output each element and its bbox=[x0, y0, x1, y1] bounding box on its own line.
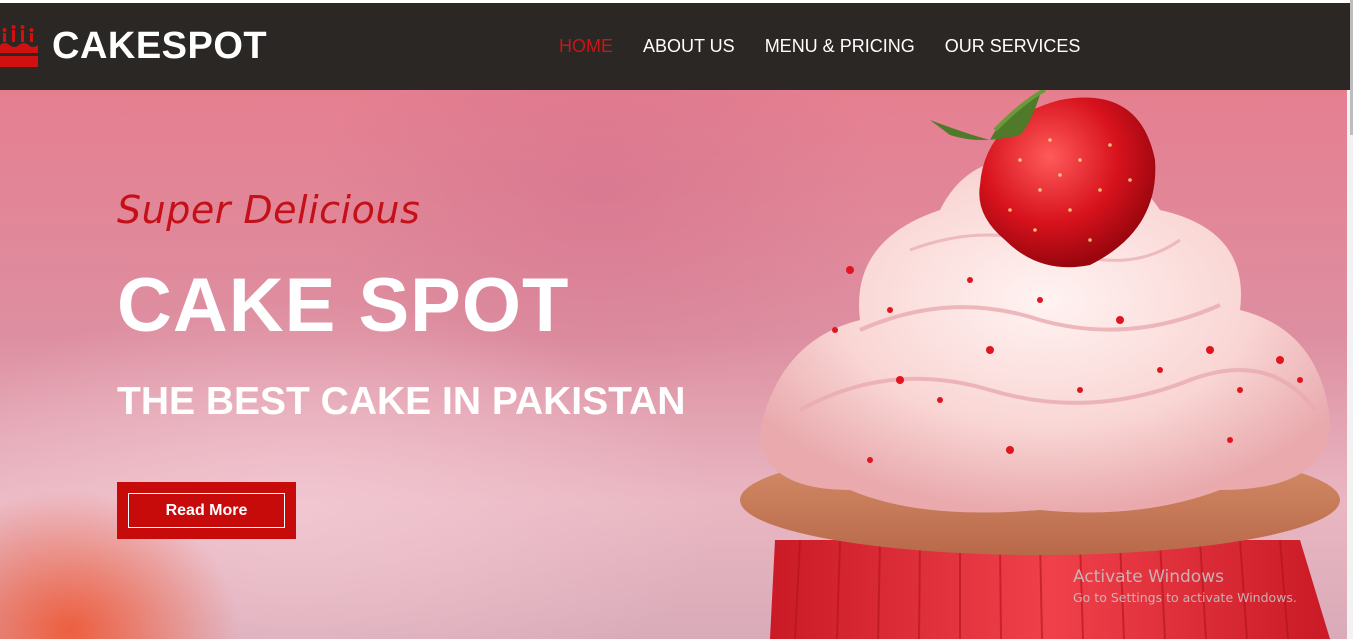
strawberry-cupcake-image bbox=[740, 90, 1340, 639]
hero-headline: CAKE SPOT bbox=[117, 263, 570, 348]
logo[interactable]: CAKESPOT bbox=[0, 23, 267, 69]
navbar: CAKESPOT HOME ABOUT US MENU & PRICING OU… bbox=[0, 3, 1353, 90]
nav-about-us[interactable]: ABOUT US bbox=[643, 36, 735, 57]
page-edge bbox=[1347, 90, 1353, 639]
cake-icon bbox=[0, 25, 38, 67]
hero-subheadline: THE BEST CAKE IN PAKISTAN bbox=[117, 380, 686, 423]
windows-activation-watermark: Activate Windows Go to Settings to activ… bbox=[1073, 567, 1297, 605]
read-more-label: Read More bbox=[128, 493, 285, 528]
nav-menu-pricing[interactable]: MENU & PRICING bbox=[765, 36, 915, 57]
brand-name: CAKESPOT bbox=[52, 24, 268, 67]
page: CAKESPOT HOME ABOUT US MENU & PRICING OU… bbox=[0, 0, 1353, 639]
nav-home[interactable]: HOME bbox=[559, 36, 613, 57]
watermark-subtitle: Go to Settings to activate Windows. bbox=[1073, 590, 1297, 605]
nav-our-services[interactable]: OUR SERVICES bbox=[945, 36, 1081, 57]
read-more-button[interactable]: Read More bbox=[117, 482, 296, 539]
main-nav: HOME ABOUT US MENU & PRICING OUR SERVICE… bbox=[559, 36, 1110, 57]
hero-tagline: Super Delicious bbox=[117, 188, 421, 232]
watermark-title: Activate Windows bbox=[1073, 567, 1224, 587]
